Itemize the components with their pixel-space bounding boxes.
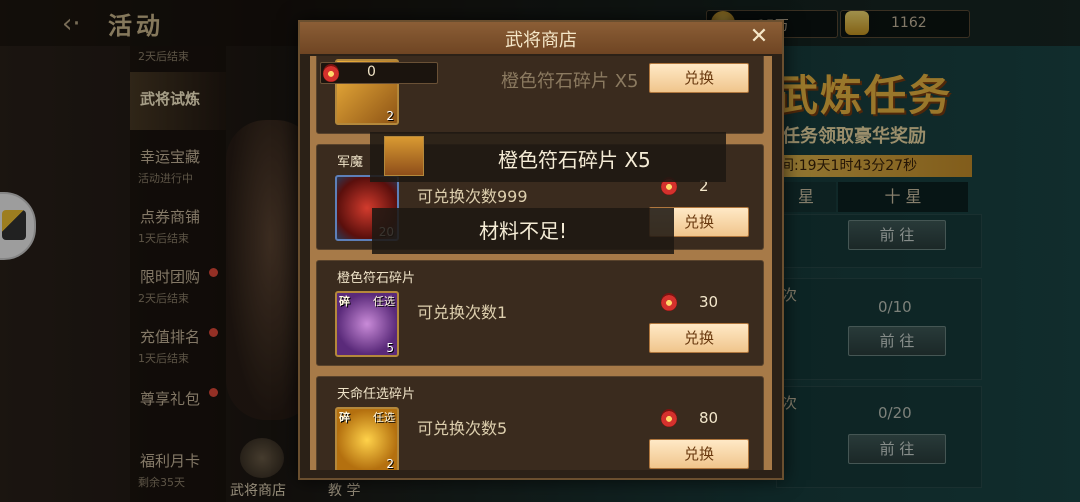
exchange-count: 可兑换次数5 [417, 419, 508, 438]
message-toast: 材料不足! [372, 208, 674, 254]
close-icon[interactable]: ✕ [746, 24, 772, 50]
item-name: 橙色符石碎片 [337, 271, 416, 286]
shop-item: 天命任选碎片 碎 任选 2 可兑换次数5 80 兑换 [316, 376, 764, 470]
item-quantity: 2 [386, 109, 394, 123]
fragment-tag: 碎 [339, 295, 350, 308]
shop-item: 橙色符石碎片 碎 任选 5 可兑换次数1 30 兑换 [316, 260, 764, 366]
red-gem-icon [323, 64, 339, 82]
item-icon: 碎 任选 2 [335, 407, 399, 470]
item-icon [384, 136, 424, 176]
dialog-title: 武将商店 [505, 30, 577, 51]
exchange-button[interactable]: 兑换 [649, 323, 749, 353]
shop-currency-value: 0 [367, 64, 376, 80]
shop-currency-box: 0 [320, 62, 438, 84]
shop-list[interactable]: 2 橙色符石碎片 X5 兑换 军魔 20 可兑换次数999 2 兑换 橙色符石碎… [310, 56, 772, 470]
item-name: 军魔 [337, 155, 364, 170]
item-toast: 橙色符石碎片 X5 [370, 132, 726, 182]
item-quantity: 5 [386, 341, 394, 355]
item-quantity: 2 [386, 457, 394, 470]
red-gem-icon [661, 293, 677, 311]
optional-tag: 任选 [373, 295, 395, 308]
fragment-tag: 碎 [339, 411, 350, 424]
item-price: 30 [699, 293, 719, 311]
exchange-button[interactable]: 兑换 [649, 63, 749, 93]
exchange-count: 可兑换次数1 [417, 303, 508, 322]
item-faded-label: 橙色符石碎片 X5 [501, 71, 639, 92]
red-gem-icon [661, 409, 677, 427]
item-toast-text: 橙色符石碎片 X5 [498, 148, 651, 172]
item-price: 80 [699, 409, 719, 427]
exchange-button[interactable]: 兑换 [649, 439, 749, 469]
exchange-count: 可兑换次数999 [417, 187, 528, 206]
item-name: 天命任选碎片 [337, 387, 416, 402]
optional-tag: 任选 [373, 411, 395, 424]
item-icon: 碎 任选 5 [335, 291, 399, 357]
